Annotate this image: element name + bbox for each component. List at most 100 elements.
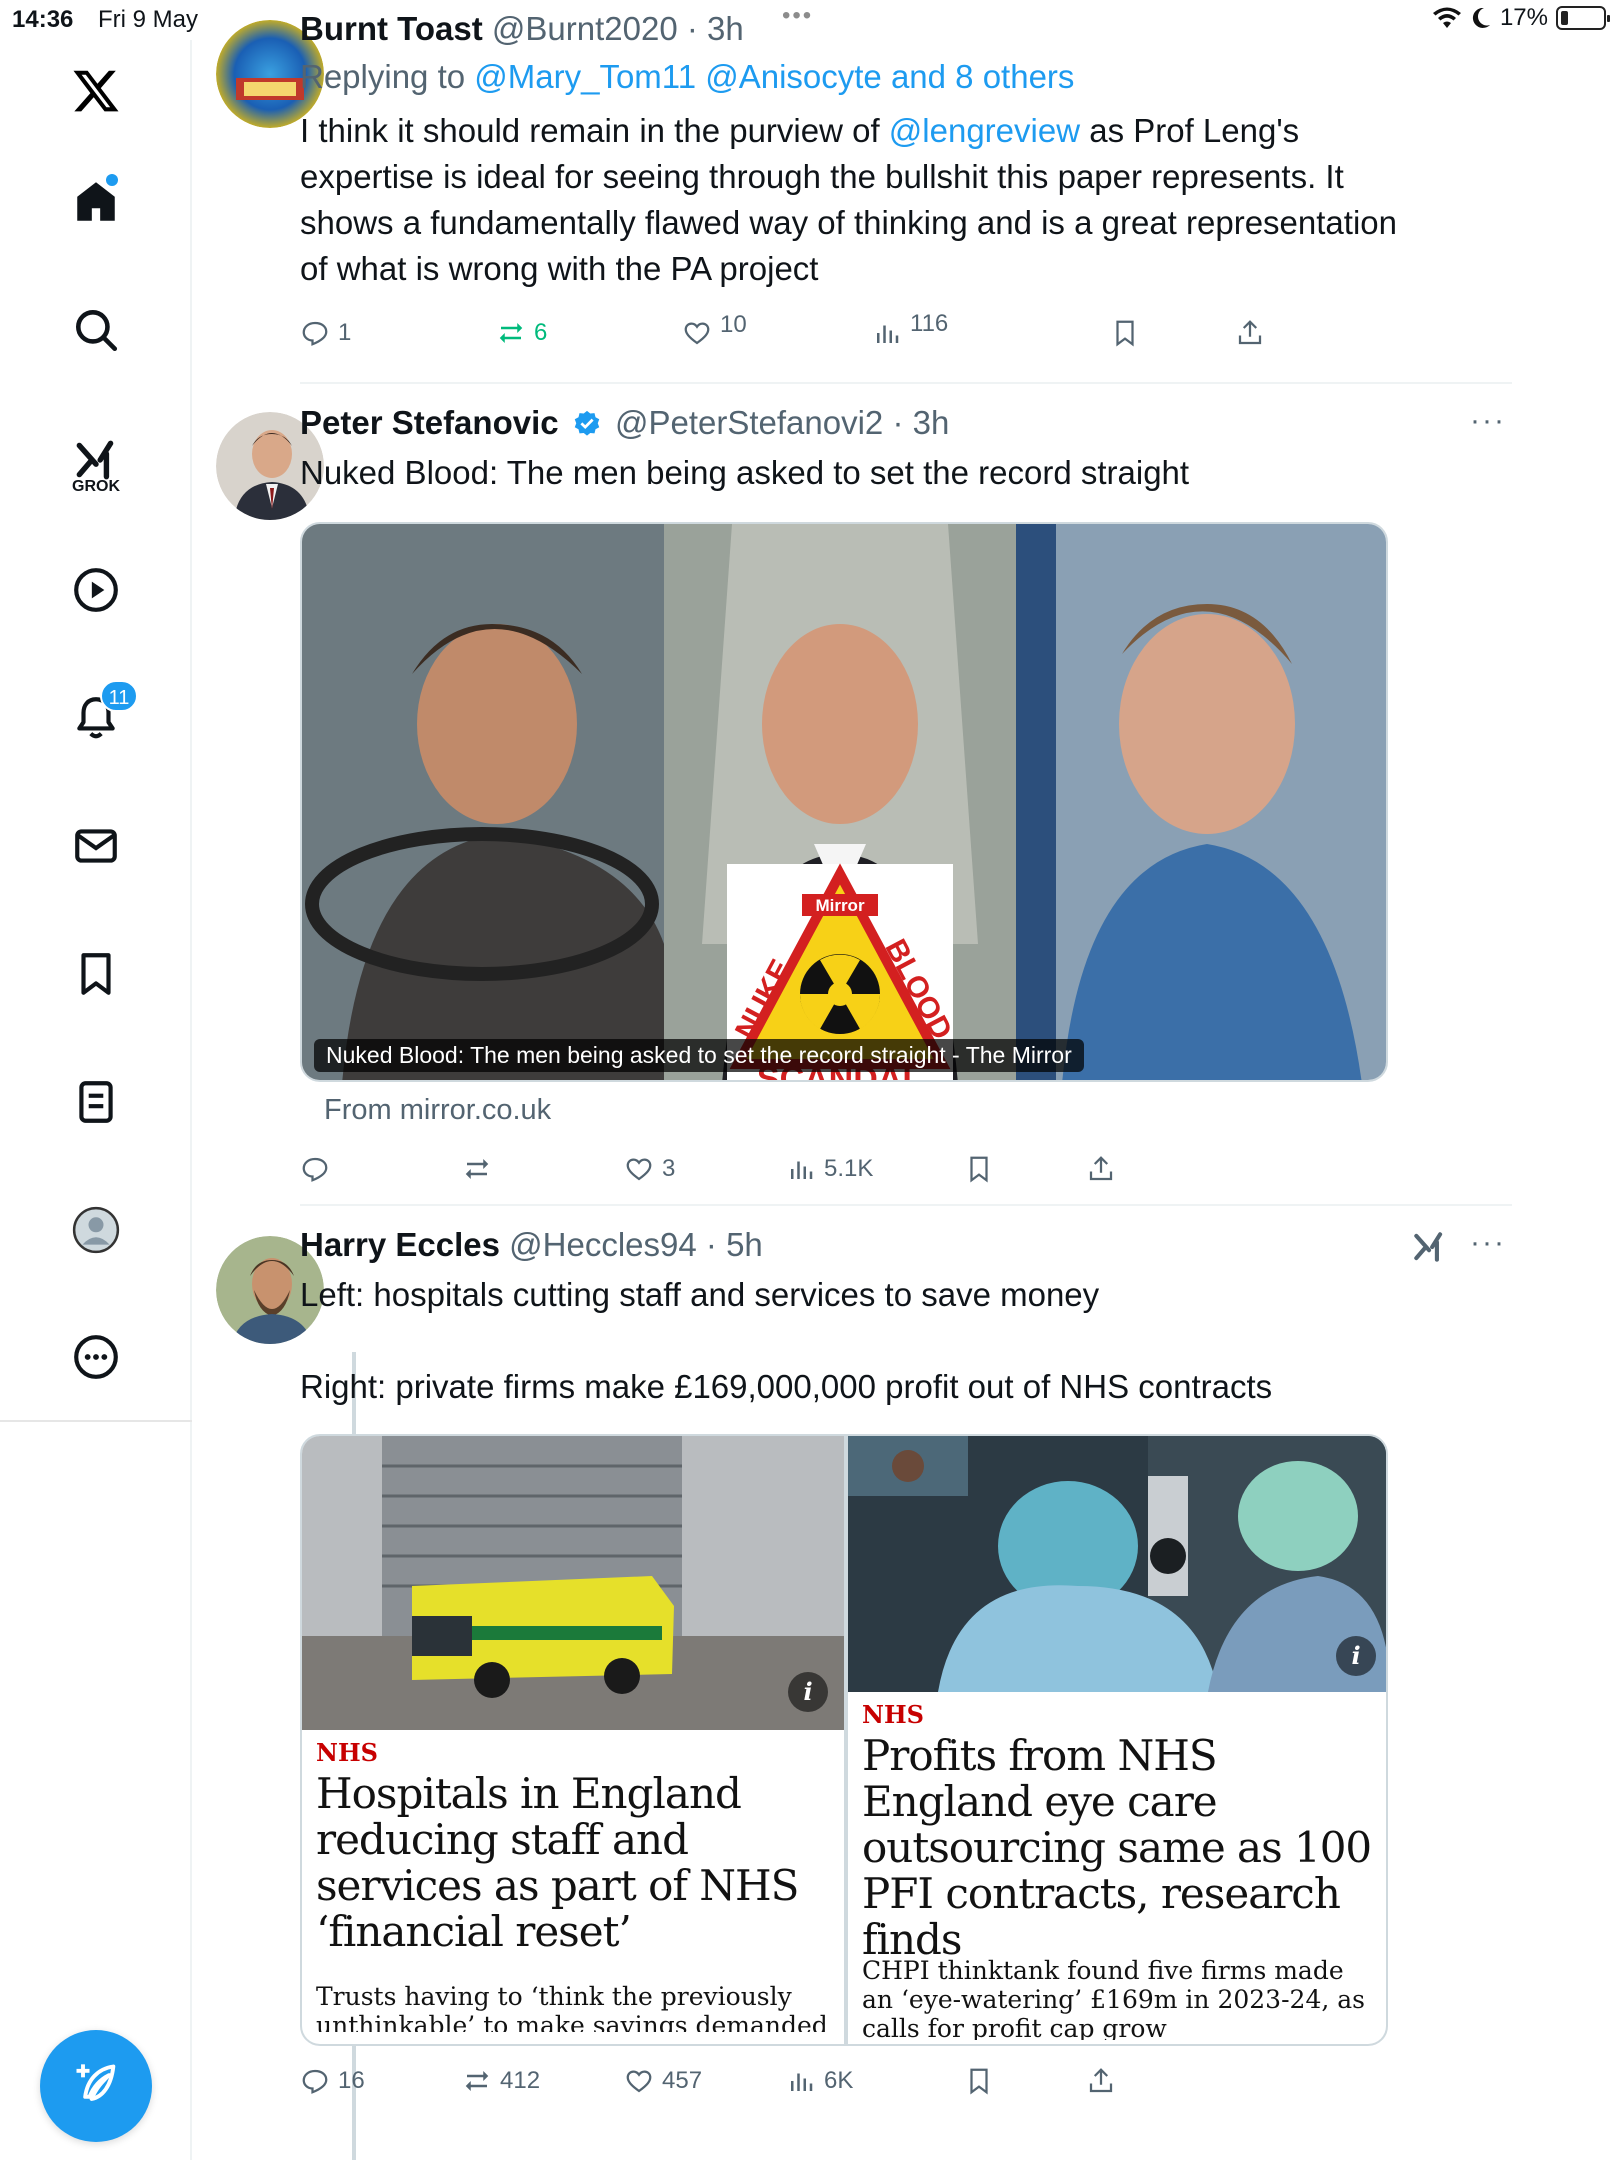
repost-button[interactable]: 6 — [496, 318, 547, 348]
repost-button[interactable]: 412 — [462, 2066, 540, 2096]
card-headline: Profits from NHS England eye care outsou… — [862, 1731, 1372, 1964]
image-info-button[interactable]: i — [1336, 1636, 1376, 1676]
heart-icon — [684, 322, 710, 345]
tweet-text: Nuked Blood: The men being asked to set … — [300, 454, 1190, 491]
tweet-time[interactable]: · 3h — [687, 10, 744, 47]
reply-icon — [302, 321, 328, 346]
link-source[interactable]: From mirror.co.uk — [324, 1094, 551, 1127]
reply-button[interactable] — [300, 1154, 338, 1184]
more-options-button[interactable]: ··· — [1470, 404, 1506, 438]
heart-icon — [626, 1158, 652, 1181]
bookmark-icon — [970, 2068, 988, 2095]
tweet-time[interactable]: · 3h — [892, 404, 949, 441]
tweet-header: Peter Stefanovic @PeterStefanovi2 · 3h — [300, 404, 1189, 448]
share-button[interactable] — [1086, 1154, 1116, 1184]
more-circle-icon — [74, 1335, 118, 1379]
card-category: NHS — [862, 1700, 924, 1729]
profile-nav[interactable] — [58, 1192, 134, 1268]
grok-nav[interactable]: GROK — [58, 430, 134, 506]
author-handle[interactable]: @Heccles94 — [509, 1226, 697, 1263]
share-icon — [1089, 2068, 1113, 2093]
tweet-harry-eccles[interactable]: Harry Eccles @Heccles94 · 5h Left: hospi… — [216, 1226, 1510, 2160]
media-grid: i NHS Hospitals in England reducing staf… — [300, 1434, 1388, 2046]
tweet-divider — [300, 1204, 1512, 1206]
link-card-image[interactable]: Mirror NUKE BLOOD SCANDAL Nuked Blood: T… — [300, 522, 1388, 1082]
news-photo-collage: Mirror NUKE BLOOD SCANDAL — [302, 524, 1386, 1080]
hospital-ambulance-photo — [302, 1436, 844, 1730]
tweet-divider — [300, 382, 1512, 384]
bookmark-icon — [1116, 320, 1134, 347]
reply-button[interactable]: 1 — [300, 318, 351, 348]
bookmark-button[interactable] — [1110, 318, 1140, 348]
author-name[interactable]: Harry Eccles — [300, 1226, 500, 1263]
author-handle[interactable]: @Burnt2020 — [492, 10, 678, 47]
more-options-button[interactable]: ··· — [1470, 1226, 1506, 1260]
explore-nav[interactable] — [58, 292, 134, 368]
like-button[interactable]: 3 — [624, 1154, 675, 1184]
share-button[interactable] — [1235, 318, 1265, 348]
compose-button[interactable] — [40, 2030, 152, 2142]
repost-count: 412 — [500, 2067, 541, 2094]
repost-button[interactable] — [462, 1154, 500, 1184]
x-logo-icon[interactable] — [58, 53, 134, 129]
tweet-text-line-2: Right: private firms make £169,000,000 p… — [300, 1368, 1273, 1405]
share-button[interactable] — [1086, 2066, 1116, 2096]
status-date: Fri 9 May — [98, 6, 199, 33]
verified-badge-icon — [574, 410, 600, 436]
grok-explain-icon[interactable] — [1410, 1228, 1448, 1266]
status-time: 14:36 — [12, 6, 74, 33]
views-button[interactable]: 116 — [872, 310, 948, 348]
mirror-logo-text: Mirror — [815, 896, 865, 915]
bookmark-icon — [81, 953, 111, 995]
tweet-header: Burnt Toast @Burnt2020 · 3h — [300, 10, 1400, 54]
repost-icon — [465, 2071, 489, 2091]
author-name[interactable]: Peter Stefanovic — [300, 404, 559, 441]
reply-button[interactable]: 16 — [300, 2066, 365, 2096]
replying-to-handles[interactable]: @Mary_Tom11 @Anisocyte and 8 others — [474, 58, 1074, 95]
views-button[interactable]: 5.1K — [786, 1154, 873, 1184]
image-info-button[interactable]: i — [788, 1672, 828, 1712]
mail-icon — [75, 829, 117, 863]
image-card-left[interactable]: i NHS Hospitals in England reducing staf… — [302, 1436, 844, 2044]
bookmark-button[interactable] — [964, 1154, 994, 1184]
repost-count: 6 — [534, 319, 548, 346]
tweet-actions: 16 412 457 6K — [300, 2066, 1510, 2106]
card-standfirst: Trusts having to ‘think the previously u… — [316, 1982, 828, 2032]
bookmark-icon — [970, 1156, 988, 1183]
messages-nav[interactable] — [58, 808, 134, 884]
notifications-nav[interactable]: 11 — [58, 680, 138, 756]
bookmarks-nav[interactable] — [58, 936, 134, 1012]
more-nav[interactable] — [58, 1319, 134, 1395]
notifications-badge: 11 — [100, 680, 138, 712]
reply-count: 16 — [338, 2067, 365, 2094]
views-chart-icon — [791, 1161, 813, 1179]
view-count: 116 — [910, 310, 949, 337]
author-handle[interactable]: @PeterStefanovi2 — [615, 404, 883, 441]
lists-nav[interactable] — [58, 1064, 134, 1140]
like-count: 10 — [720, 311, 747, 338]
play-icon — [74, 568, 118, 612]
mention-link[interactable]: @lengreview — [889, 112, 1080, 149]
tweet-header: Harry Eccles @Heccles94 · 5h — [300, 1226, 1400, 1270]
like-button[interactable]: 10 — [682, 311, 747, 348]
share-icon — [1089, 1156, 1113, 1181]
author-name[interactable]: Burnt Toast — [300, 10, 483, 47]
reply-icon — [302, 1157, 328, 1182]
like-count: 3 — [662, 1155, 676, 1182]
search-icon — [76, 310, 118, 352]
tweet-time[interactable]: · 5h — [706, 1226, 763, 1263]
sidebar: GROK 11 — [0, 40, 192, 2160]
list-icon — [79, 1081, 113, 1123]
image-card-right[interactable]: i NHS Profits from NHS England eye care … — [848, 1436, 1386, 2044]
tweet-text-line-1: Left: hospitals cutting staff and servic… — [300, 1276, 1100, 1313]
tweet-peter-stefanovic[interactable]: Peter Stefanovic @PeterStefanovi2 · 3h N… — [216, 404, 1510, 1194]
views-chart-icon — [791, 2073, 813, 2091]
profile-avatar-icon — [72, 1206, 120, 1254]
video-nav[interactable] — [58, 552, 134, 628]
bookmark-button[interactable] — [964, 2066, 994, 2096]
home-unread-dot — [106, 174, 118, 186]
views-button[interactable]: 6K — [786, 2066, 853, 2096]
like-button[interactable]: 457 — [624, 2066, 702, 2096]
home-nav[interactable] — [58, 164, 134, 240]
tweet-burnt-toast[interactable]: Burnt Toast @Burnt2020 · 3h Replying to … — [216, 10, 1510, 350]
